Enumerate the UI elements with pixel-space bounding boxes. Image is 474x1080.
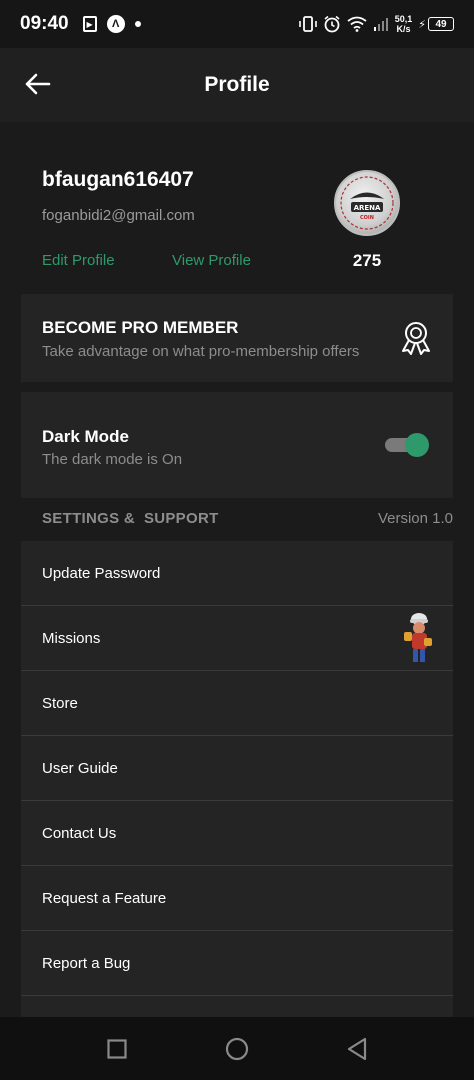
- app-notification-icon: Λ: [106, 15, 125, 33]
- network-speed-unit: K/s: [396, 24, 411, 34]
- menu-item-update-password[interactable]: Update Password: [21, 541, 453, 606]
- toggle-knob: [405, 433, 429, 457]
- user-email: foganbidi2@gmail.com: [42, 207, 195, 224]
- settings-section-header: SETTINGS & SUPPORT Version 1.0: [42, 510, 453, 527]
- vibrate-icon: [298, 16, 317, 32]
- menu-item-report-bug[interactable]: Report a Bug: [21, 931, 453, 996]
- system-back-button[interactable]: [345, 1037, 369, 1061]
- view-profile-link[interactable]: View Profile: [172, 252, 251, 269]
- coin-count: 275: [352, 251, 382, 270]
- square-icon: [107, 1038, 127, 1059]
- menu-item-store[interactable]: Store: [21, 671, 453, 736]
- screen-record-icon: ▶: [82, 16, 97, 32]
- avatar-text-top: ARENA: [354, 204, 381, 212]
- profile-header: bfaugan616407 foganbidi2@gmail.com Edit …: [0, 122, 474, 292]
- status-right-icons: 50,1 K/s ⚡ 49: [298, 14, 454, 34]
- network-speed: 50,1 K/s: [395, 14, 413, 34]
- pro-card-title: BECOME PRO MEMBER: [42, 318, 239, 337]
- page-title: Profile: [204, 73, 270, 96]
- menu-item-label: User Guide: [42, 759, 118, 777]
- avatar-text-bottom: COIN: [360, 215, 374, 221]
- become-pro-member-card[interactable]: BECOME PRO MEMBER Take advantage on what…: [21, 294, 453, 382]
- missions-mascot-icon: [404, 613, 432, 662]
- settings-menu: Update Password Missions Store User Guid…: [21, 541, 453, 1017]
- pro-card-subtitle: Take advantage on what pro-membership of…: [42, 343, 360, 360]
- menu-item-missions[interactable]: Missions: [21, 606, 453, 671]
- menu-item-partial[interactable]: [21, 996, 453, 1017]
- menu-item-contact-us[interactable]: Contact Us: [21, 801, 453, 866]
- circle-icon: [225, 1037, 249, 1060]
- arrow-left-icon: [25, 73, 51, 95]
- battery-level: 49: [428, 17, 454, 31]
- dark-mode-card: Dark Mode The dark mode is On: [21, 392, 453, 498]
- app-bar: Profile: [0, 48, 474, 122]
- dark-mode-status: The dark mode is On: [42, 451, 183, 468]
- network-speed-value: 50,1: [394, 14, 413, 24]
- charging-bolt-icon: ⚡: [418, 18, 426, 31]
- menu-item-label: Missions: [42, 629, 101, 647]
- dark-mode-toggle[interactable]: [385, 433, 429, 457]
- system-nav-bar: [0, 1017, 474, 1080]
- dark-mode-title: Dark Mode: [42, 427, 129, 446]
- triangle-back-icon: [347, 1037, 367, 1060]
- award-ribbon-icon: [402, 322, 430, 355]
- arena-coin-avatar[interactable]: ARENA COIN: [334, 170, 400, 236]
- home-button[interactable]: [225, 1037, 249, 1061]
- menu-item-label: Report a Bug: [42, 954, 131, 972]
- menu-item-request-feature[interactable]: Request a Feature: [21, 866, 453, 931]
- arena-coin-logo: ARENA COIN: [340, 176, 394, 230]
- status-bar: 09:40 ▶ Λ 50,1 K/s ⚡ 49: [0, 0, 474, 48]
- settings-section-title: SETTINGS & SUPPORT: [42, 510, 219, 527]
- wifi-icon: [347, 16, 367, 32]
- recents-button[interactable]: [105, 1037, 129, 1061]
- signal-icon: [373, 18, 388, 31]
- battery-indicator: ⚡ 49: [418, 17, 454, 31]
- status-time: 09:40: [20, 13, 69, 34]
- edit-profile-link[interactable]: Edit Profile: [42, 252, 115, 269]
- more-notifications-dot-icon: [134, 21, 141, 27]
- app-version: Version 1.0: [377, 510, 453, 527]
- back-button[interactable]: [22, 66, 54, 102]
- username: bfaugan616407: [42, 168, 194, 191]
- menu-item-user-guide[interactable]: User Guide: [21, 736, 453, 801]
- status-left-icons: ▶ Λ: [82, 15, 141, 33]
- menu-item-label: Update Password: [42, 564, 161, 582]
- menu-item-label: Contact Us: [42, 824, 117, 842]
- menu-item-label: Request a Feature: [42, 889, 167, 907]
- menu-item-label: Store: [42, 694, 78, 712]
- alarm-icon: [324, 15, 340, 33]
